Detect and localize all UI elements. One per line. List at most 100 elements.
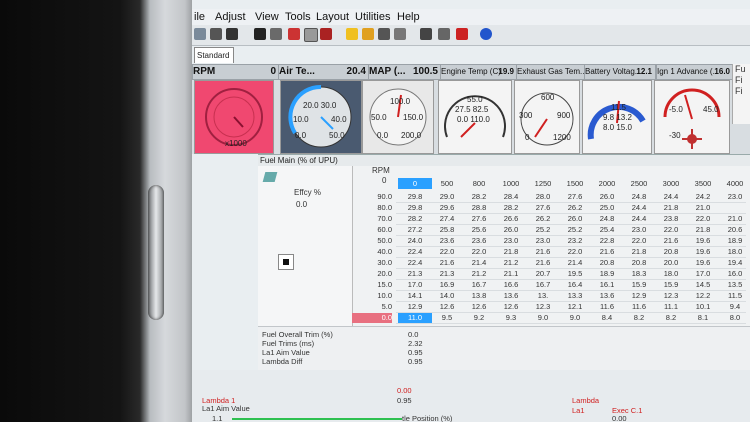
table-cell[interactable]: 23.6 bbox=[462, 236, 496, 246]
menu-layout[interactable]: Layout bbox=[316, 11, 349, 23]
table-cell[interactable]: 24.8 bbox=[590, 214, 624, 224]
table-cell[interactable]: 16.1 bbox=[590, 280, 624, 290]
table-cell[interactable]: 24.4 bbox=[622, 214, 656, 224]
tab-standard[interactable]: Standard bbox=[194, 47, 234, 63]
print-icon[interactable] bbox=[270, 28, 282, 40]
table-cell[interactable]: 8.2 bbox=[622, 313, 656, 323]
table-cell[interactable]: 16.0 bbox=[718, 269, 750, 279]
table-cell[interactable]: 12.9 bbox=[398, 302, 432, 312]
table-cell[interactable]: 20.6 bbox=[718, 225, 750, 235]
help-icon[interactable] bbox=[480, 28, 492, 40]
table-cell[interactable]: 26.0 bbox=[558, 214, 592, 224]
graph-icon[interactable] bbox=[262, 172, 278, 182]
table-cell[interactable]: 18.9 bbox=[590, 269, 624, 279]
table-cell[interactable]: 14.1 bbox=[398, 291, 432, 301]
table-cell[interactable]: 14.0 bbox=[430, 291, 464, 301]
table-cell[interactable]: 22.0 bbox=[430, 247, 464, 257]
table-cell[interactable]: 22.0 bbox=[462, 247, 496, 257]
table-cell[interactable]: 22.0 bbox=[558, 247, 592, 257]
table-cell[interactable]: 13.6 bbox=[494, 291, 528, 301]
table-cell[interactable]: 28.0 bbox=[526, 192, 560, 202]
table-cell[interactable]: 15.9 bbox=[622, 280, 656, 290]
table-cell[interactable]: 18.0 bbox=[654, 269, 688, 279]
table-cell[interactable]: 23.2 bbox=[558, 236, 592, 246]
menu-help[interactable]: Help bbox=[397, 11, 420, 23]
table-cell[interactable]: 29.8 bbox=[398, 203, 432, 213]
table-cell[interactable]: 23.8 bbox=[654, 214, 688, 224]
table-cell[interactable]: 8.0 bbox=[718, 313, 750, 323]
table-cell[interactable]: 24.4 bbox=[622, 203, 656, 213]
table-cell[interactable]: 19.4 bbox=[718, 258, 750, 268]
table-cell[interactable]: 22.0 bbox=[654, 225, 688, 235]
table-cell[interactable]: 18.3 bbox=[622, 269, 656, 279]
table-cell[interactable]: 13.5 bbox=[718, 280, 750, 290]
table-cell[interactable]: 25.4 bbox=[590, 225, 624, 235]
stop-button[interactable] bbox=[278, 254, 294, 270]
table-cell[interactable]: 26.2 bbox=[558, 203, 592, 213]
table-cell[interactable]: 23.0 bbox=[526, 236, 560, 246]
table-cell[interactable]: 22.8 bbox=[590, 236, 624, 246]
table-cell[interactable]: 28.2 bbox=[462, 192, 496, 202]
table-cell[interactable]: 16.7 bbox=[526, 280, 560, 290]
table-cell[interactable]: 18.0 bbox=[718, 247, 750, 257]
table-cell[interactable]: 16.6 bbox=[494, 280, 528, 290]
table-cell[interactable]: 13.3 bbox=[558, 291, 592, 301]
chart-icon[interactable] bbox=[320, 28, 332, 40]
table-cell[interactable]: 25.2 bbox=[558, 225, 592, 235]
table-cell[interactable]: 21.4 bbox=[558, 258, 592, 268]
table-cell[interactable]: 27.6 bbox=[558, 192, 592, 202]
table-cell[interactable]: 25.8 bbox=[430, 225, 464, 235]
table-cell[interactable]: 11.6 bbox=[622, 302, 656, 312]
table-cell[interactable]: 11.0 bbox=[398, 313, 432, 323]
table-cell[interactable]: 21.3 bbox=[430, 269, 464, 279]
table-cell[interactable]: 8.4 bbox=[590, 313, 624, 323]
table-cell[interactable]: 8.1 bbox=[686, 313, 720, 323]
table-cell[interactable]: 12.3 bbox=[654, 291, 688, 301]
folder-icon[interactable] bbox=[210, 28, 222, 40]
table-cell[interactable]: 20.8 bbox=[654, 247, 688, 257]
table-cell[interactable]: 29.0 bbox=[430, 192, 464, 202]
table-cell[interactable]: 23.6 bbox=[430, 236, 464, 246]
menu-utilities[interactable]: Utilities bbox=[355, 11, 390, 23]
gauge-icon[interactable] bbox=[394, 28, 406, 40]
open-icon[interactable] bbox=[194, 28, 206, 40]
table-cell[interactable]: 28.2 bbox=[398, 214, 432, 224]
table-cell[interactable]: 15.9 bbox=[654, 280, 688, 290]
table-cell[interactable]: 21.2 bbox=[494, 258, 528, 268]
menu-file[interactable]: ile bbox=[194, 11, 205, 23]
table-cell[interactable]: 13.6 bbox=[590, 291, 624, 301]
wrench-icon[interactable] bbox=[420, 28, 432, 40]
table-cell[interactable]: 28.4 bbox=[494, 192, 528, 202]
wand-icon[interactable] bbox=[346, 28, 358, 40]
table-cell[interactable]: 22.0 bbox=[622, 236, 656, 246]
table-cell[interactable]: 23.0 bbox=[494, 236, 528, 246]
disk-icon[interactable] bbox=[254, 28, 266, 40]
table-cell[interactable]: 21.3 bbox=[398, 269, 432, 279]
table-cell[interactable]: 9.3 bbox=[494, 313, 528, 323]
table-cell[interactable]: 28.2 bbox=[494, 203, 528, 213]
table-cell[interactable] bbox=[718, 203, 750, 213]
table-cell[interactable]: 21.1 bbox=[494, 269, 528, 279]
table-cell[interactable]: 26.0 bbox=[494, 225, 528, 235]
table-cell[interactable]: 12.1 bbox=[558, 302, 592, 312]
table-cell[interactable]: 9.0 bbox=[526, 313, 560, 323]
table-cell[interactable]: 20.8 bbox=[590, 258, 624, 268]
table-cell[interactable]: 9.4 bbox=[718, 302, 750, 312]
table-cell[interactable]: 21.8 bbox=[494, 247, 528, 257]
table-cell[interactable]: 22.4 bbox=[398, 258, 432, 268]
table-cell[interactable]: 21.8 bbox=[686, 225, 720, 235]
table-cell[interactable]: 16.7 bbox=[462, 280, 496, 290]
table-cell[interactable]: 21.0 bbox=[718, 214, 750, 224]
sliders-icon[interactable] bbox=[456, 28, 468, 40]
table-cell[interactable]: 29.6 bbox=[430, 203, 464, 213]
table-cell[interactable]: 26.6 bbox=[494, 214, 528, 224]
table-cell[interactable]: 25.2 bbox=[526, 225, 560, 235]
tool-icon[interactable] bbox=[378, 28, 390, 40]
table-cell[interactable]: 24.2 bbox=[686, 192, 720, 202]
table-cell[interactable]: 19.6 bbox=[686, 247, 720, 257]
table-cell[interactable]: 27.4 bbox=[430, 214, 464, 224]
table-cell[interactable]: 12.9 bbox=[622, 291, 656, 301]
table-cell[interactable]: 21.4 bbox=[462, 258, 496, 268]
table-cell[interactable]: 12.2 bbox=[686, 291, 720, 301]
menu-view[interactable]: View bbox=[255, 11, 279, 23]
